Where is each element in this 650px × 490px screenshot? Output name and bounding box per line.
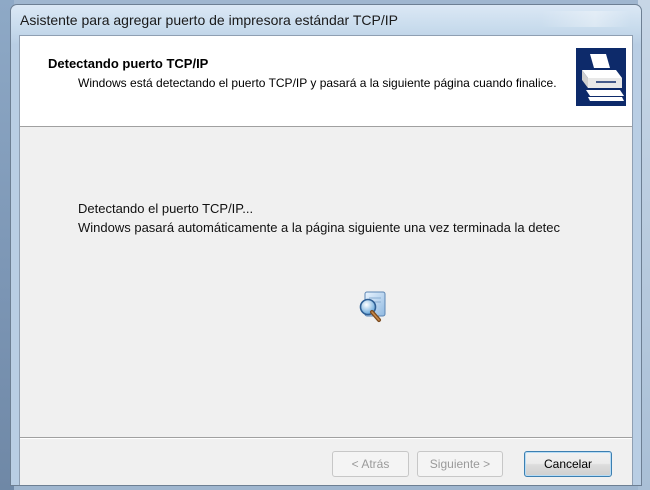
title-bar-glass — [541, 11, 631, 27]
header-title: Detectando puerto TCP/IP — [48, 56, 209, 71]
back-button[interactable]: < Atrás — [332, 451, 409, 477]
window-title: Asistente para agregar puerto de impreso… — [20, 12, 398, 28]
detection-status-text: Detectando el puerto TCP/IP... Windows p… — [78, 199, 560, 237]
next-button[interactable]: Siguiente > — [417, 451, 503, 477]
wizard-window: Asistente para agregar puerto de impreso… — [10, 4, 642, 486]
title-bar[interactable]: Asistente para agregar puerto de impreso… — [11, 5, 641, 35]
wizard-header: Detectando puerto TCP/IP Windows está de… — [20, 36, 632, 127]
wizard-content — [20, 127, 632, 427]
header-description: Windows está detectando el puerto TCP/IP… — [78, 76, 557, 90]
status-line-1: Detectando el puerto TCP/IP... — [78, 201, 254, 216]
cancel-button[interactable]: Cancelar — [524, 451, 612, 477]
wizard-body: Detectando puerto TCP/IP Windows está de… — [19, 35, 633, 485]
printer-network-icon — [576, 48, 626, 106]
search-animation-icon — [356, 290, 388, 324]
status-line-2: Windows pasará automáticamente a la pági… — [78, 220, 561, 235]
footer-separator — [20, 437, 632, 439]
